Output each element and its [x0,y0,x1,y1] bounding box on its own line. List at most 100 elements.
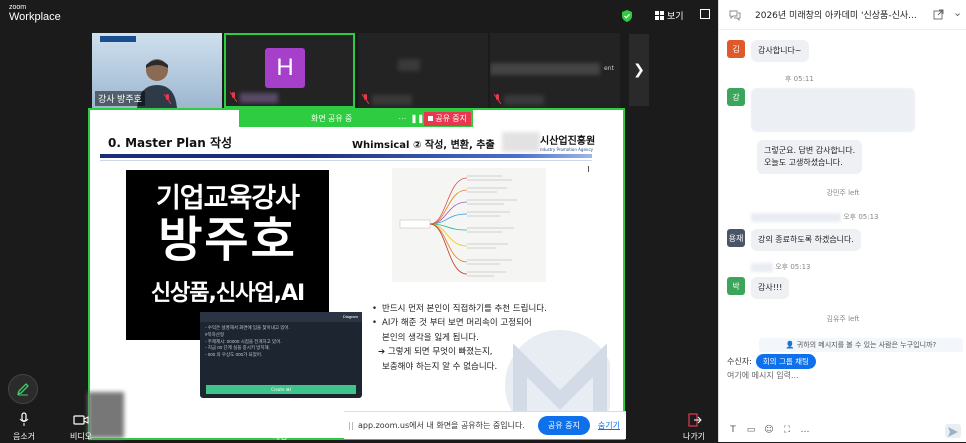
blurred-name [751,262,773,272]
drag-handle-icon[interactable]: || [344,421,358,430]
system-message: 김유주 left [719,314,966,324]
mic-muted-icon [362,94,369,104]
bullet-item: 반드시 먼저 본인이 직접하기를 추천 드립니다. [370,302,600,317]
recipient-label: 수신자: [727,357,752,366]
slide-bullets: 반드시 먼저 본인이 직접하기를 추천 드립니다. AI가 해준 것 부터 보면… [370,302,600,374]
chat-message: 김 감사합니다~ [727,40,809,62]
time-text: 오후 05:13 [843,213,879,221]
banner-line-1: 기업교육강사 [155,183,300,214]
left-notice: 강민주 left [826,189,860,197]
stop-icon [428,116,434,121]
blurred-content [490,63,600,75]
chat-button[interactable]: 채팅 [268,412,292,442]
leave-label: 나가기 [682,432,706,441]
blurred-name [504,95,544,105]
slide-divider [100,154,592,158]
chat-label: 채팅 [272,432,288,441]
meeting-area: zoom Workplace 보기 강사 방주호 H ent ❯ 0. Mast… [0,0,718,442]
create-button: Create ⌘I [206,385,356,394]
message-time: 오후 05:13 [751,212,879,222]
send-button[interactable] [945,424,961,438]
message-time: 오후 05:13 [751,262,811,272]
share-status-bar: 화면 공유 중 ··· ❚❚ 공유 중지 [239,110,473,127]
participants-button[interactable]: 11 참가자 [214,412,248,440]
mic-muted-icon [164,94,171,104]
system-message: 강민주 left [719,188,966,198]
share-status-text: 화면 공유 중 [311,114,353,123]
participant-tile-h[interactable]: H [224,33,355,108]
chat-icon [273,414,287,428]
chat-title: 2026년 미래창의 아카데미 '신상품-신사... [755,11,917,21]
participant-tile-instructor[interactable]: 강사 방주호 [92,33,222,108]
pop-out-icon[interactable] [933,9,944,20]
panel-line: - 수익은 설명해서 화면에 입을 찾아내고 있어. [205,325,290,330]
brand-large: Workplace [9,11,61,23]
participants-count: 11 [239,412,248,420]
participants-icon: 11 [219,412,248,428]
chat-message-input[interactable]: 여기에 메시지 입력... [727,370,799,381]
blurred-name [751,212,841,222]
person-lock-icon: 👤 [785,341,795,349]
diagram-panel: Diagram - 수익은 설명해서 화면에 입을 찾아내고 있어. #목차산형… [200,312,362,398]
fullscreen-icon[interactable] [700,9,710,19]
message-text: 강의 종료하도록 하겠습니다. [751,229,861,251]
time-text: 오후 05:13 [775,263,811,271]
avatar: 용재 [727,229,745,247]
notice-hide-link[interactable]: 숨기기 [598,420,620,431]
participants-label: 참가자 [217,430,241,439]
notice-stop-share-button[interactable]: 공유 중지 [537,416,590,435]
bullet-continuation: 보충해야 하는지 알 수 없습니다. [382,361,498,372]
bullet-item: AI가 해준 것 부터 보면 머리속이 고정되어 [370,316,600,331]
participant-name: 강사 방주호 [95,91,145,106]
panel-header: Diagram [200,312,362,322]
recipient-select[interactable]: 회의 그룹 채팅 [755,354,816,369]
shared-screen: 0. Master Plan 작성 Whimsical ② 작성, 변환, 추출… [88,108,625,440]
pause-share-button[interactable]: ❚❚ [410,114,424,123]
tile-text: ent [604,65,614,72]
background-banner [100,36,136,42]
top-bar: zoom Workplace 보기 [0,0,718,30]
left-notice: 김유주 left [826,315,860,323]
view-button[interactable]: 보기 [655,9,684,22]
participant-tile-4[interactable]: ent [490,33,620,108]
annotate-button[interactable] [8,374,38,404]
who-can-see-text: 귀하의 메시지를 볼 수 있는 사람은 누구입니까? [796,341,937,349]
chat-message: 박 감사!!! [727,277,790,299]
leave-button[interactable]: 나가기 [680,412,708,442]
blurred-content [398,59,420,71]
avatar: H [265,48,305,88]
more-icon[interactable]: … [799,424,811,436]
next-page-button[interactable]: ❯ [629,34,649,106]
react-label: React [319,431,343,440]
blurred-name [240,93,278,103]
react-button[interactable]: React [318,412,344,440]
panel-line: - 000 의 우상도 000가 되었어. [205,352,263,357]
chat-message: 그렇군요. 답변 감사합니다. 오늘도 고생하셨습니다. [751,140,863,174]
zoom-logo: zoom Workplace [9,4,61,23]
file-icon[interactable]: ▭ [745,424,757,436]
pencil-icon [16,383,29,396]
message-text-blurred [751,88,915,132]
screenshot-icon[interactable]: ⛶ [781,424,793,436]
emoji-icon[interactable]: ☺ [763,424,775,436]
panel-line: #목차산형 [205,331,225,337]
participant-tile-3[interactable] [358,33,488,108]
video-camera-icon [73,415,89,425]
cursor-icon [588,166,592,172]
shield-icon[interactable] [622,10,632,22]
more-options-button[interactable]: ··· [394,114,410,123]
chat-message: 강 [727,88,915,132]
sharing-notice: || app.zoom.us에서 내 화면을 공유하는 중입니다. 공유 중지 … [344,411,626,439]
stop-share-button[interactable]: 공유 중지 [424,111,471,126]
who-can-see-link[interactable]: 👤 귀하의 메시지를 볼 수 있는 사람은 누구입니까? [759,338,963,352]
chevron-down-icon[interactable]: ⌄ [953,6,962,19]
chat-header: 2026년 미래창의 아카데미 '신상품-신사... ⌄ [719,0,966,30]
slide-divider-thin [100,160,592,161]
video-button[interactable]: 비디오 [66,412,96,442]
stop-share-label: 공유 중지 [435,114,467,123]
format-text-icon[interactable]: T [727,424,739,436]
brand-small: zoom [9,4,27,11]
message-text: 감사합니다~ [751,40,809,62]
chat-actions: T ▭ ☺ ⛶ … [719,420,966,442]
audio-button[interactable]: 음소거 [10,412,38,442]
